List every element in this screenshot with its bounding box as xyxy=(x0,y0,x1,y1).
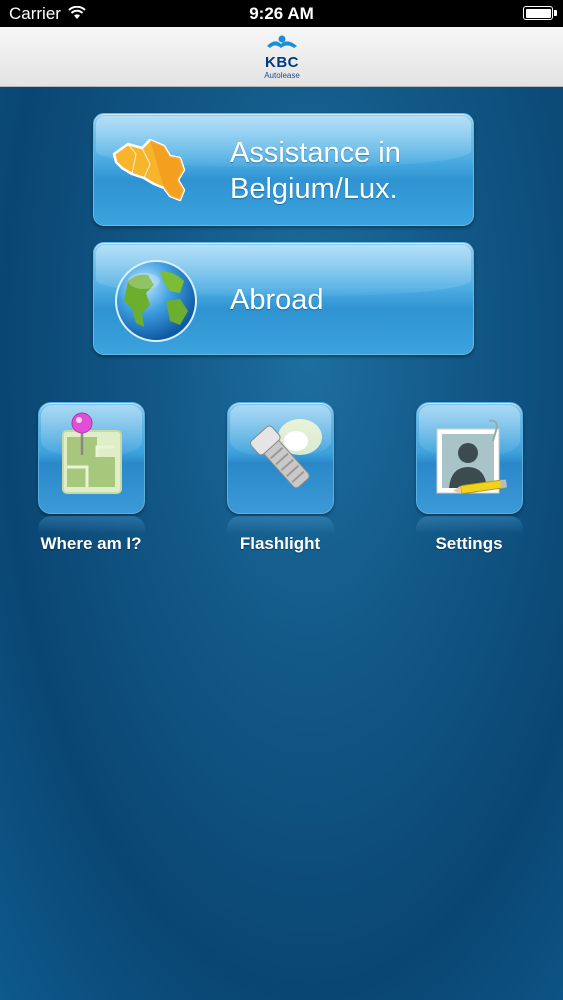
logo-text: KBC xyxy=(265,54,299,71)
belgium-button-line2: Belgium/Lux. xyxy=(230,173,398,205)
where-am-i-button[interactable] xyxy=(38,402,145,514)
logo-subtitle: Autolease xyxy=(264,71,300,80)
abroad-button-label: Abroad xyxy=(230,284,324,316)
clock: 9:26 AM xyxy=(249,4,314,23)
abroad-button[interactable]: Abroad xyxy=(93,242,474,355)
assistance-belgium-button[interactable]: Assistance in Belgium/Lux. xyxy=(93,113,474,226)
globe-icon xyxy=(114,259,198,348)
profile-settings-icon xyxy=(431,417,513,506)
belgium-button-line1: Assistance in xyxy=(230,137,401,169)
status-bar: Carrier 9:26 AM xyxy=(0,0,563,27)
belgium-map-icon xyxy=(110,136,194,213)
map-pin-icon xyxy=(57,411,127,506)
settings-label: Settings xyxy=(435,534,503,553)
flashlight-icon xyxy=(238,415,326,504)
flashlight-label: Flashlight xyxy=(239,534,321,553)
where-am-i-label: Where am I? xyxy=(40,534,142,553)
settings-button[interactable] xyxy=(416,402,523,514)
kbc-logo: KBC Autolease xyxy=(259,34,305,82)
flashlight-button[interactable] xyxy=(227,402,334,514)
battery-icon xyxy=(523,6,553,20)
